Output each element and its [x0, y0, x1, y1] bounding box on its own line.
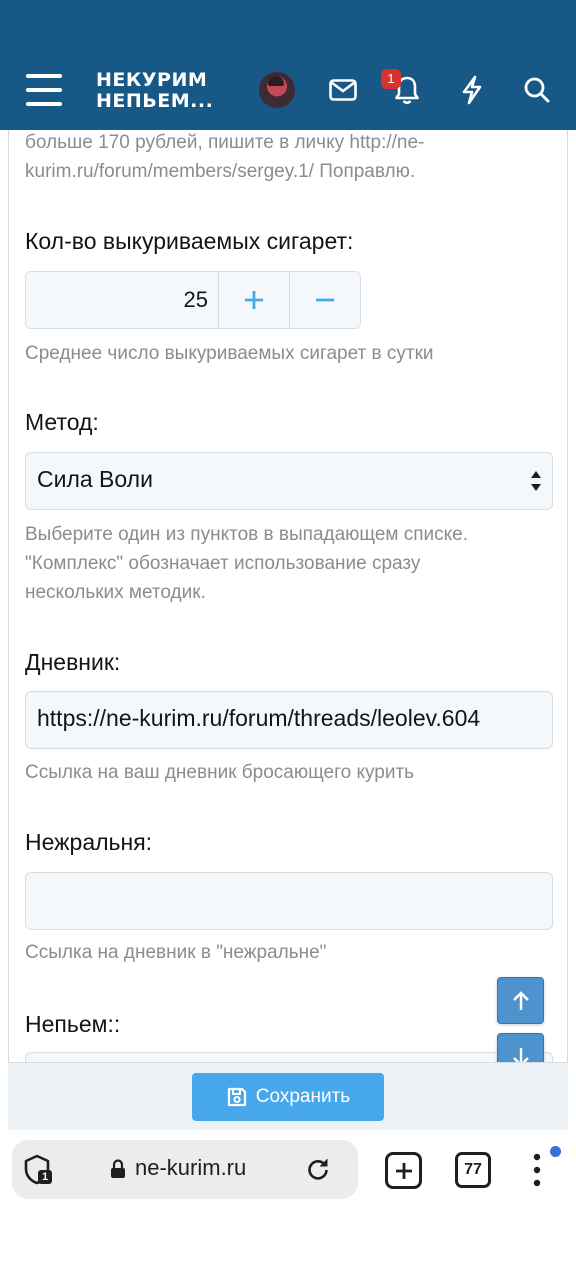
- scroll-up-button[interactable]: [497, 977, 544, 1024]
- profile-form: больше 170 рублей, пишите в личку http:/…: [8, 130, 568, 1062]
- menu-icon[interactable]: [26, 74, 62, 106]
- address-bar[interactable]: 1 ne-kurim.ru: [12, 1140, 358, 1199]
- cigarettes-stepper: 25: [25, 271, 361, 329]
- arrow-up-icon: [512, 990, 529, 1010]
- cigarettes-input[interactable]: 25: [26, 272, 218, 328]
- method-selected-value: Сила Воли: [37, 466, 153, 492]
- decrement-button[interactable]: [289, 272, 360, 328]
- plus-icon: [395, 1162, 412, 1179]
- site-settings-icon[interactable]: 1: [24, 1154, 56, 1186]
- save-button[interactable]: Сохранить: [192, 1073, 384, 1121]
- cigarettes-hint: Среднее число выкуриваемых сигарет в сут…: [25, 343, 434, 364]
- search-icon[interactable]: [521, 74, 553, 106]
- increment-button[interactable]: [218, 272, 289, 328]
- lock-icon: [111, 1159, 125, 1178]
- mail-icon[interactable]: [327, 74, 359, 106]
- tab-switcher-button[interactable]: 77: [455, 1152, 491, 1188]
- minus-icon: [316, 298, 334, 302]
- intro-text-line-2: kurim.ru/forum/members/sergey.1/ Поправл…: [25, 161, 416, 182]
- url-text: ne-kurim.ru: [135, 1155, 247, 1180]
- site-header: НЕКУРИМ НЕПЬЕМ... 1: [0, 0, 576, 130]
- lightning-icon[interactable]: [456, 74, 488, 106]
- method-label: Метод:: [25, 409, 99, 435]
- more-menu-icon[interactable]: [530, 1152, 544, 1188]
- logo-line-2: НЕПЬЕМ...: [96, 90, 214, 112]
- method-hint-line-2: "Комплекс" обозначает использование сраз…: [25, 553, 421, 574]
- reload-icon[interactable]: [306, 1157, 330, 1181]
- save-button-label: Сохранить: [255, 1086, 351, 1107]
- new-tab-button[interactable]: [385, 1152, 422, 1189]
- nezhralnya-label: Нежральня:: [25, 829, 153, 855]
- diary-input-value: https://ne-kurim.ru/forum/threads/leolev…: [37, 705, 481, 731]
- notification-badge: 1: [381, 69, 401, 89]
- nepyem-input[interactable]: [25, 1052, 553, 1062]
- site-logo[interactable]: НЕКУРИМ НЕПЬЕМ...: [96, 70, 213, 112]
- diary-label: Дневник:: [25, 649, 121, 675]
- nepyem-label: Непьем::: [25, 1011, 121, 1037]
- avatar[interactable]: [259, 72, 295, 108]
- select-arrows-icon: [531, 471, 541, 491]
- save-bar: Сохранить: [8, 1062, 568, 1130]
- save-icon: [227, 1087, 246, 1107]
- plus-icon: [245, 291, 263, 309]
- diary-hint: Ссылка на ваш дневник бросающего курить: [25, 762, 415, 783]
- browser-toolbar: 1 ne-kurim.ru 77: [0, 1130, 576, 1280]
- intro-text-line-1: больше 170 рублей, пишите в личку http:/…: [25, 132, 425, 153]
- method-hint-line-3: нескольких методик.: [25, 582, 206, 603]
- method-hint-line-1: Выберите один из пунктов в выпадающем сп…: [25, 524, 469, 545]
- logo-line-1: НЕКУРИМ: [96, 69, 208, 91]
- update-indicator-dot: [550, 1146, 561, 1157]
- method-select[interactable]: Сила Воли: [25, 452, 553, 510]
- site-settings-badge: 1: [42, 1171, 49, 1183]
- cigarettes-label: Кол-во выкуриваемых сигарет:: [25, 228, 354, 254]
- nezhralnya-hint: Ссылка на дневник в "нежральне": [25, 942, 327, 963]
- nezhralnya-input[interactable]: [25, 872, 553, 930]
- diary-input[interactable]: https://ne-kurim.ru/forum/threads/leolev…: [25, 691, 553, 749]
